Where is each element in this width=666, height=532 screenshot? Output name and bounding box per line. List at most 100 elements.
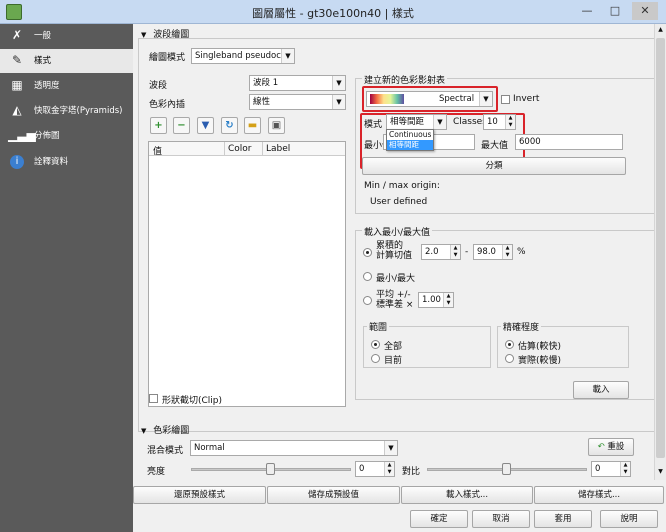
load-minmax-title: 載入最小/最大值 [362, 225, 433, 238]
stddev-value: 1.00 [422, 295, 441, 305]
max-input[interactable]: 6000 [515, 134, 623, 150]
ramp-value: Spectral [439, 94, 475, 104]
sidebar-item-metadata[interactable]: i 詮釋資料 [0, 150, 133, 174]
extent-current-radio[interactable] [371, 354, 380, 363]
restore-default-style-button[interactable]: 還原預設樣式 [133, 486, 266, 504]
extent-current-label: 目前 [384, 356, 403, 366]
mode-option-continuous[interactable]: Continuous [387, 130, 433, 140]
scroll-down-icon[interactable]: ▼ [656, 468, 665, 475]
origin-value: User defined [370, 197, 428, 207]
blend-mode-value: Normal [194, 443, 225, 453]
classes-value: 10 [487, 117, 498, 127]
extent-full-label: 全部 [384, 342, 403, 352]
sidebar-item-transparency[interactable]: ▦ 透明度 [0, 74, 133, 98]
spin-arrows-icon[interactable]: ▲ ▼ [443, 293, 453, 307]
accuracy-estimate-label: 估算(較快) [518, 342, 562, 352]
clip-checkbox[interactable] [149, 394, 158, 403]
sidebar-item-general[interactable]: ✗ 一般 [0, 24, 133, 48]
new-color-map-title: 建立新的色彩影射表 [362, 73, 448, 86]
close-button[interactable]: ✕ [632, 2, 658, 20]
sidebar-item-style[interactable]: ✎ 樣式 [0, 49, 133, 73]
render-type-label: 繪圖模式 [149, 53, 186, 63]
minmax-radio[interactable] [363, 272, 372, 281]
wrench-icon: ✗ [11, 28, 23, 42]
contrast-spinbox[interactable]: 0 ▲ ▼ [591, 461, 631, 477]
color-table[interactable]: 值 Color Label [148, 141, 346, 407]
brightness-value: 0 [359, 464, 365, 474]
contrast-slider-handle[interactable] [502, 463, 511, 475]
sort-button[interactable]: ▼ [197, 117, 214, 134]
contrast-value: 0 [595, 464, 601, 474]
save-as-default-button[interactable]: 儲存成預設值 [267, 486, 400, 504]
style-panel: ▼ 波段繪圖 繪圖模式 Singleband pseudocolor ▼ 波段 … [133, 24, 666, 532]
spin-arrows-icon[interactable]: ▲ ▼ [620, 462, 630, 476]
interpolation-select[interactable]: 線性 ▼ [249, 94, 346, 110]
scrollbar-thumb[interactable] [656, 38, 665, 458]
chevron-down-icon: ▼ [384, 441, 397, 455]
sidebar-item-pyramids[interactable]: ◭ 快取金字塔(Pyramids) [0, 99, 133, 123]
save-file-button[interactable]: ▣ [268, 117, 285, 134]
classify-button[interactable]: 分類 [362, 157, 626, 175]
blend-mode-select[interactable]: Normal ▼ [190, 440, 398, 456]
sidebar-item-histogram[interactable]: ▁▃▅ 分佈圖 [0, 124, 133, 148]
column-header-color[interactable]: Color [228, 144, 252, 154]
load-style-button[interactable]: 載入樣式... [401, 486, 533, 504]
mean-stddev-radio[interactable] [363, 296, 372, 305]
band-value: 波段 1 [253, 78, 279, 88]
brightness-slider-handle[interactable] [266, 463, 275, 475]
mode-option-equal-interval[interactable]: 相等間距 [387, 140, 433, 150]
render-type-value: Singleband pseudocolor [195, 51, 295, 61]
save-style-button[interactable]: 儲存樣式... [534, 486, 664, 504]
ok-button[interactable]: 確定 [410, 510, 468, 528]
blend-mode-label: 混合模式 [147, 446, 184, 456]
render-type-select[interactable]: Singleband pseudocolor ▼ [191, 48, 295, 64]
spin-arrows-icon[interactable]: ▲ ▼ [450, 245, 460, 259]
apply-button[interactable]: 套用 [534, 510, 592, 528]
stddev-spinbox[interactable]: 1.00 ▲ ▼ [418, 292, 454, 308]
extent-title: 範圍 [367, 320, 390, 333]
spin-arrows-icon[interactable]: ▲ ▼ [505, 115, 515, 129]
color-ramp-select[interactable]: Spectral ▼ [366, 91, 493, 107]
save-icon: ▣ [271, 120, 282, 131]
cumulative-radio[interactable] [363, 248, 372, 257]
load-file-button[interactable]: ▬ [244, 117, 261, 134]
spin-arrows-icon[interactable]: ▲ ▼ [384, 462, 394, 476]
cumulative-low-spinbox[interactable]: 2.0 ▲ ▼ [421, 244, 461, 260]
max-value: 6000 [519, 137, 541, 147]
reset-button[interactable]: ↶ 重設 [588, 438, 634, 456]
mean-label-line2: 標準差 × [376, 300, 414, 310]
undo-arrow-icon: ↶ [597, 442, 605, 452]
scroll-up-icon[interactable]: ▲ [656, 26, 665, 33]
cumulative-high-spinbox[interactable]: 98.0 ▲ ▼ [473, 244, 513, 260]
vertical-scrollbar[interactable]: ▲ ▼ [654, 24, 666, 480]
histogram-icon: ▁▃▅ [8, 128, 36, 142]
ramp-preview [370, 94, 404, 104]
help-button[interactable]: 說明 [600, 510, 658, 528]
color-render-header[interactable]: ▼ 色彩繪圖 [141, 423, 341, 436]
remove-entry-button[interactable]: − [173, 117, 190, 134]
invert-checkbox[interactable] [501, 95, 510, 104]
add-entry-button[interactable]: + [150, 117, 167, 134]
spin-arrows-icon[interactable]: ▲ ▼ [502, 245, 512, 259]
mode-select[interactable]: 相等間距 ▼ [386, 114, 447, 130]
accuracy-actual-radio[interactable] [505, 354, 514, 363]
mean-stddev-label: 平均 +/- 標準差 × [376, 290, 413, 310]
band-select[interactable]: 波段 1 ▼ [249, 75, 346, 91]
column-header-value[interactable]: 值 [153, 144, 162, 157]
extent-full-radio[interactable] [371, 340, 380, 349]
maximize-button[interactable]: □ [602, 2, 628, 20]
brightness-spinbox[interactable]: 0 ▲ ▼ [355, 461, 395, 477]
reset-label: 重設 [607, 442, 625, 452]
minimize-button[interactable]: — [574, 2, 600, 20]
classes-spinbox[interactable]: 10 ▲ ▼ [483, 114, 516, 130]
cum-high-value: 98.0 [477, 247, 496, 257]
load-button[interactable]: 載入 [573, 381, 629, 399]
accuracy-actual-label: 實際(較慢) [518, 356, 562, 366]
pyramid-icon: ◭ [12, 103, 22, 117]
cum-low-value: 2.0 [425, 247, 439, 257]
cancel-button[interactable]: 取消 [472, 510, 530, 528]
column-header-label[interactable]: Label [266, 144, 290, 154]
accuracy-estimate-radio[interactable] [505, 340, 514, 349]
refresh-button[interactable]: ↻ [221, 117, 238, 134]
chevron-down-icon: ▼ [479, 92, 492, 106]
